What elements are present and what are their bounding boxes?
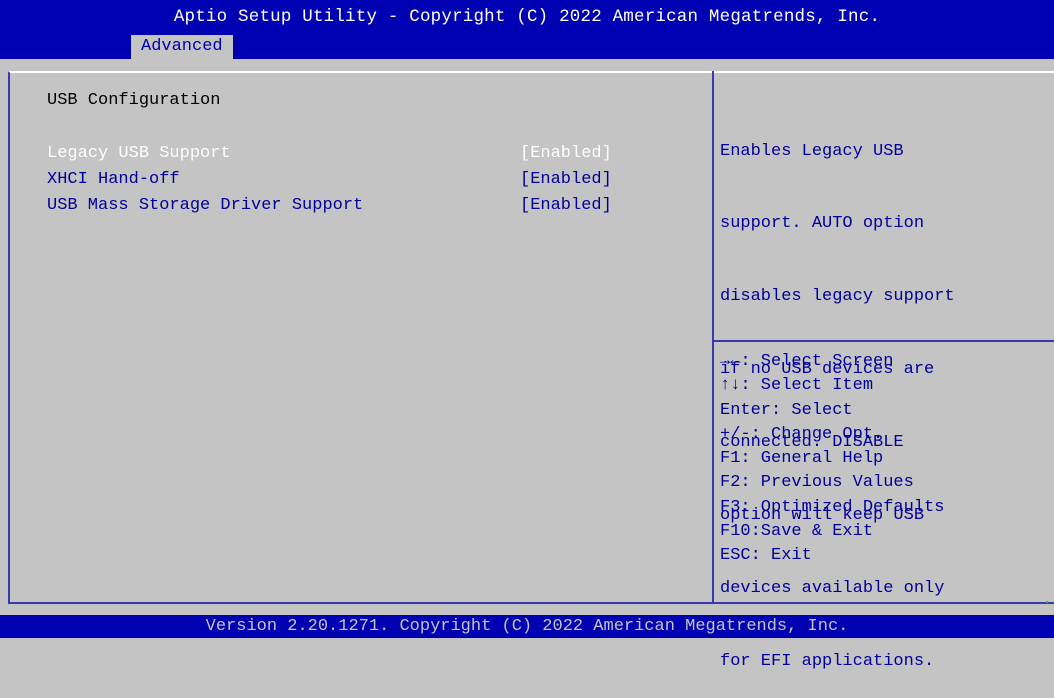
key-optimized-defaults: F3: Optimized Defaults (720, 497, 945, 517)
tab-advanced[interactable]: Advanced (131, 35, 233, 59)
key-legend: →←: Select Screen ↑↓: Select Item Enter:… (720, 350, 1050, 569)
key-change-opt: +/-: Change Opt. (720, 424, 884, 444)
key-select-screen: →←: Select Screen (720, 352, 894, 371)
key-select-item: ↑↓: Select Item (720, 376, 874, 396)
setting-value[interactable]: [Enabled] (520, 170, 612, 189)
setting-label: Legacy USB Support (47, 144, 231, 163)
section-title: USB Configuration (47, 91, 221, 110)
key-enter-select: Enter: Select (720, 400, 853, 420)
version-footer: Version 2.20.1271. Copyright (C) 2022 Am… (0, 615, 1054, 638)
setting-value[interactable]: [Enabled] (520, 144, 612, 163)
key-previous-values: F2: Previous Values (720, 473, 914, 493)
app-title: Aptio Setup Utility - Copyright (C) 2022… (173, 7, 881, 27)
setting-value[interactable]: [Enabled] (520, 196, 612, 215)
help-line: Enables Legacy USB (720, 141, 904, 161)
setting-label: USB Mass Storage Driver Support (47, 196, 364, 215)
key-general-help: F1: General Help (720, 449, 884, 469)
setting-legacy-usb-support[interactable]: Legacy USB Support [Enabled] (47, 144, 647, 166)
help-line: for EFI applications. (720, 651, 935, 671)
title-bar: Aptio Setup Utility - Copyright (C) 2022… (0, 0, 1054, 59)
panel-divider (712, 71, 714, 604)
key-esc-exit: ESC: Exit (720, 546, 812, 566)
key-save-exit: F10:Save & Exit (720, 522, 874, 542)
help-line: devices available only (720, 578, 945, 598)
help-line: disables legacy support (720, 287, 955, 307)
setting-xhci-hand-off[interactable]: XHCI Hand-off [Enabled] (47, 170, 647, 192)
setting-usb-mass-storage-driver-support[interactable]: USB Mass Storage Driver Support [Enabled… (47, 196, 647, 218)
setting-label: XHCI Hand-off (47, 170, 180, 189)
help-line: support. AUTO option (720, 214, 925, 234)
corner-dot (1046, 601, 1048, 603)
